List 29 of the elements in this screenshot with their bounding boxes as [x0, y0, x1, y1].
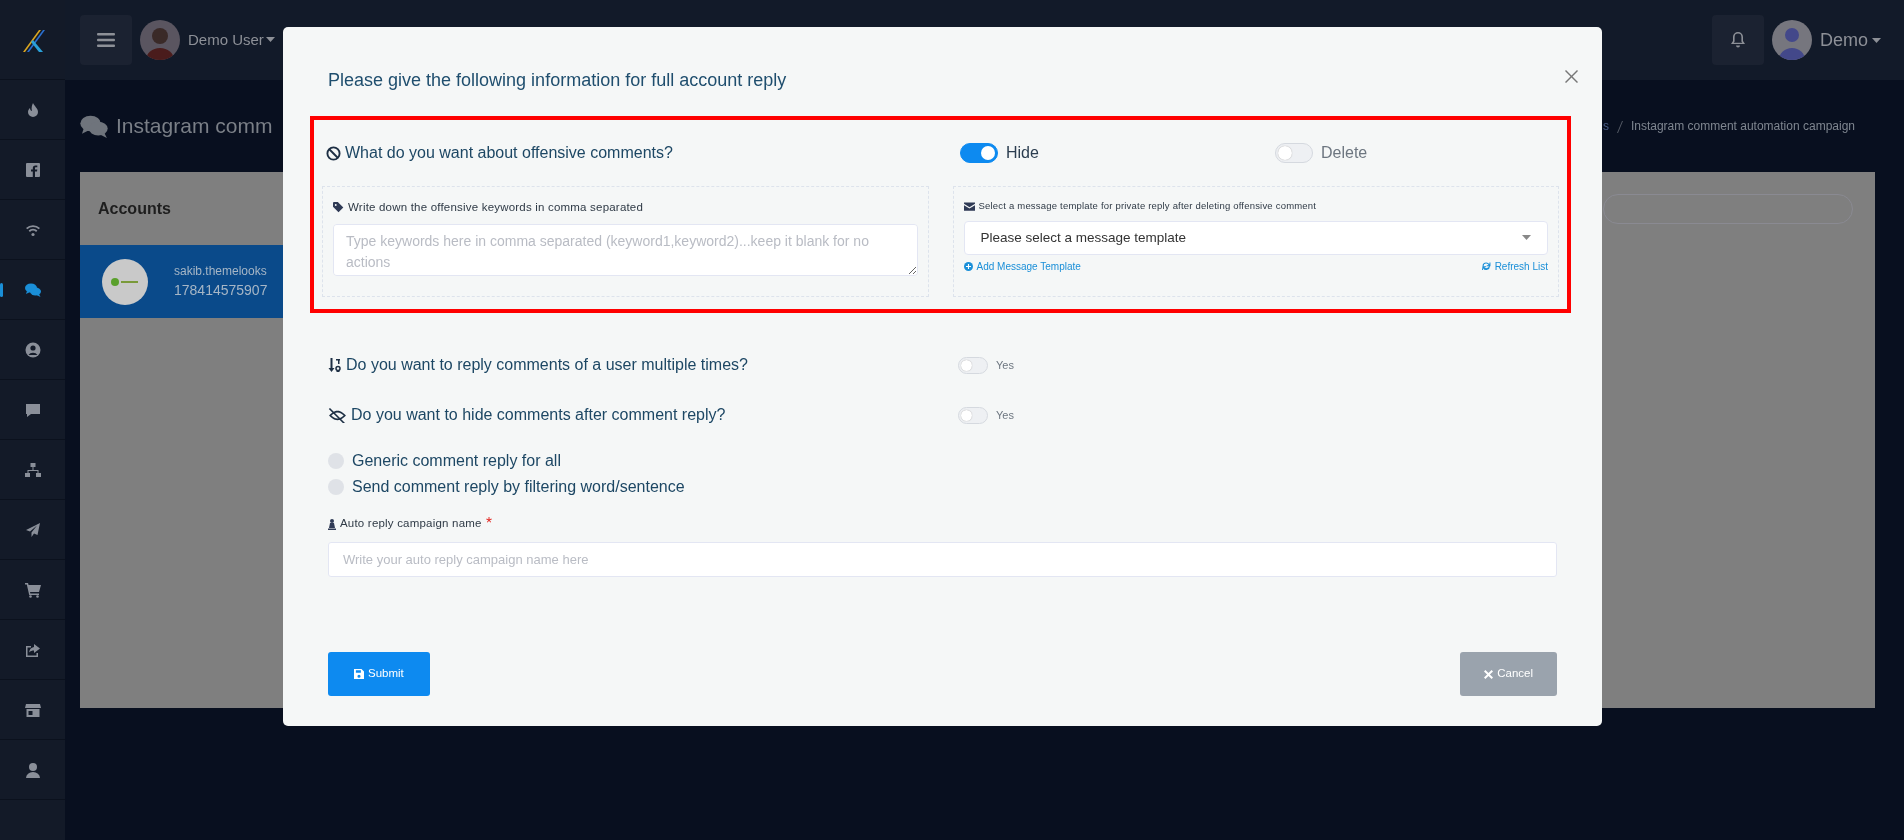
account-id: 178414575907: [174, 281, 268, 300]
submit-button[interactable]: Submit: [328, 652, 430, 696]
radio-label: Send comment reply by filtering word/sentence: [352, 477, 685, 497]
panel-title: Accounts: [98, 198, 171, 219]
account-menu[interactable]: Demo: [1820, 26, 1868, 54]
breadcrumb-link[interactable]: s: [1602, 117, 1609, 135]
page-title: Instagram comm: [116, 113, 273, 140]
field-label: Write down the offensive keywords in comma separated: [348, 200, 644, 215]
cancel-button[interactable]: Cancel: [1460, 652, 1557, 696]
field-label: Auto reply campaign name: [340, 516, 482, 532]
add-template-link[interactable]: Add Message Template: [963, 259, 1081, 275]
keywords-field[interactable]: Type keywords here in comma separated (keyword1,keyword2)...keep it blank for no actions: [333, 224, 918, 277]
field-label: Select a message template for private reply after deleting offensive comment: [978, 199, 1317, 213]
modal-title: Please give the following information for full account reply: [328, 69, 787, 92]
radio-label: Generic comment reply for all: [352, 451, 561, 471]
question-text: Do you want to reply comments of a user multiple times?: [346, 355, 748, 375]
question-text: What do you want about offensive comments?: [345, 143, 673, 163]
breadcrumb-current: Instagram comment automation campaign: [1630, 118, 1855, 135]
refresh-list-link[interactable]: Refresh List: [1481, 259, 1548, 275]
account-name: sakib.themelooks: [174, 263, 268, 280]
user-menu[interactable]: Demo User: [188, 28, 264, 52]
template-select[interactable]: Please select a message template: [963, 221, 1548, 256]
account-item[interactable]: sakib.themelooks 178414575907: [80, 245, 283, 318]
toggle-label: Delete: [1321, 143, 1368, 163]
toggle-label: Hide: [1006, 143, 1039, 163]
toggle-label: Yes: [996, 357, 1014, 373]
toggle-label: Yes: [996, 407, 1014, 423]
campaign-name-field[interactable]: Write your auto reply campaign name here: [328, 542, 1557, 577]
question-text: Do you want to hide comments after comment reply?: [351, 405, 726, 425]
